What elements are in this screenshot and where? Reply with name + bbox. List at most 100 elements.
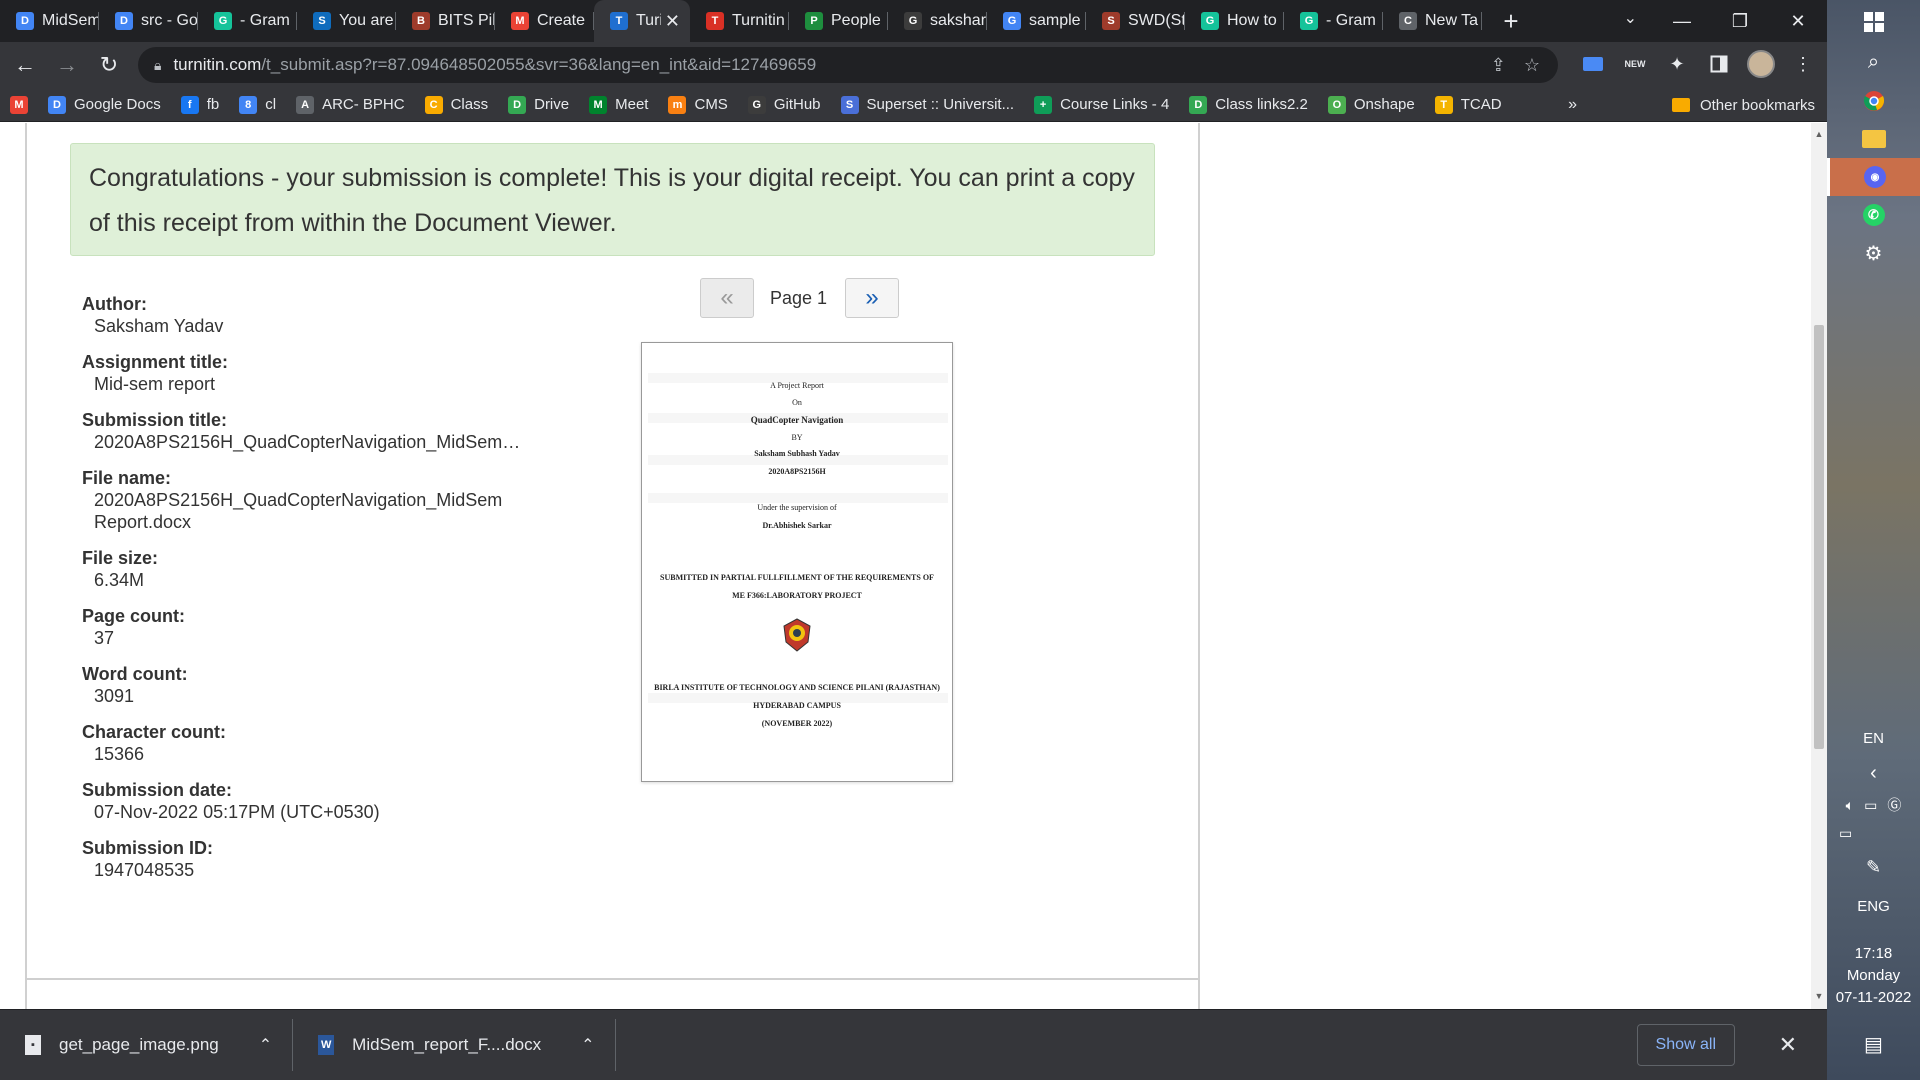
- submission-details: Author: Saksham Yadav Assignment title: Mid…: [82, 293, 542, 895]
- bookmark-item[interactable]: C Class: [415, 88, 499, 122]
- browser-tab[interactable]: T Turi ✕: [594, 0, 690, 42]
- windows-start-icon[interactable]: [1827, 2, 1920, 42]
- extensions-puzzle-icon[interactable]: ✦: [1663, 50, 1691, 78]
- other-bookmarks[interactable]: Other bookmarks: [1671, 88, 1815, 122]
- pen-icon[interactable]: ✎: [1827, 852, 1920, 882]
- gmail-icon: M: [10, 95, 28, 114]
- settings-gear-icon[interactable]: ⚙: [1827, 234, 1920, 272]
- browser-tab[interactable]: Dsrc - Go: [99, 0, 198, 42]
- browser-tab[interactable]: T Turnitin: [690, 0, 789, 42]
- url-text[interactable]: turnitin.com/t_submit.asp?r=87.094648502…: [173, 55, 1490, 75]
- bookmark-item[interactable]: D Drive: [498, 88, 579, 122]
- clock[interactable]: 17:18 Monday 07-11-2022: [1827, 940, 1920, 1012]
- bookmarks-more-icon[interactable]: »: [1568, 88, 1577, 122]
- facebook-icon: f: [180, 95, 199, 114]
- thumb-text-line: ME F366:LABORATORY PROJECT: [732, 591, 862, 600]
- browser-tab[interactable]: D MidSem: [0, 0, 99, 42]
- share-icon[interactable]: ⇪: [1491, 55, 1506, 76]
- show-all-button[interactable]: Show all: [1636, 1024, 1735, 1066]
- language-indicator[interactable]: EN: [1827, 726, 1920, 752]
- next-page-button[interactable]: »: [845, 278, 900, 318]
- browser-tab[interactable]: Gsakshar: [888, 0, 987, 42]
- browser-tab[interactable]: G How to: [1185, 0, 1284, 42]
- browser-tab[interactable]: M Create: [495, 0, 594, 42]
- notification-icon[interactable]: ▤: [1827, 1026, 1920, 1062]
- bookmark-item[interactable]: M Meet: [579, 88, 658, 122]
- thumb-text-line: QuadCopter Navigation: [750, 415, 844, 425]
- close-shelf-icon[interactable]: ✕: [1779, 1032, 1797, 1058]
- chevron-up-icon[interactable]: ⌃: [259, 1035, 272, 1055]
- bookmark-star-icon[interactable]: ☆: [1524, 55, 1540, 76]
- bookmark-item[interactable]: D Class links2.2: [1179, 88, 1318, 122]
- browser-tab[interactable]: S SWD(St: [1086, 0, 1185, 42]
- side-panel-icon[interactable]: [1705, 50, 1733, 78]
- browser-tab[interactable]: S You are: [297, 0, 396, 42]
- browser-tab[interactable]: P People: [789, 0, 888, 42]
- bookmark-item[interactable]: m CMS: [658, 88, 737, 122]
- volume-icon[interactable]: 🔈︎: [1846, 797, 1854, 814]
- bookmark-item[interactable]: S Superset :: Universit...: [831, 88, 1025, 122]
- download-item[interactable]: ▪ get_page_image.png ⌃: [0, 1010, 292, 1080]
- discord-icon[interactable]: ◉: [1827, 158, 1920, 196]
- chrome-taskbar-icon[interactable]: [1827, 82, 1920, 120]
- bookmark-item[interactable]: M: [0, 88, 38, 122]
- profile-avatar[interactable]: [1747, 50, 1775, 78]
- input-method[interactable]: ENG: [1827, 894, 1920, 920]
- google-classroom-icon: C: [424, 95, 443, 114]
- scroll-up-icon[interactable]: ▲: [1813, 129, 1825, 141]
- network-icon[interactable]: ▭: [1864, 797, 1877, 814]
- bookmark-item[interactable]: T TCAD: [1425, 88, 1512, 122]
- download-item[interactable]: W MidSem_report_F....docx ⌃: [293, 1010, 614, 1080]
- document-thumbnail[interactable]: A Project Report On QuadCopter Navigation B…: [641, 342, 953, 782]
- chrome-window: D MidSem Dsrc - Go G - Gram S You are B BITS Pil…: [0, 0, 1827, 1080]
- whatsapp-icon[interactable]: ✆: [1827, 196, 1920, 234]
- bookmark-item[interactable]: + Course Links - 4: [1024, 88, 1179, 122]
- new-tab-button[interactable]: +: [1496, 6, 1526, 37]
- browser-tab[interactable]: C New Ta: [1383, 0, 1482, 42]
- address-bar[interactable]: 🔒︎ turnitin.com/t_submit.asp?r=87.094648…: [138, 47, 1558, 83]
- bookmark-item[interactable]: A ARC- BPHC: [286, 88, 415, 122]
- minimize-icon[interactable]: —: [1653, 0, 1711, 42]
- restore-icon[interactable]: ❐: [1711, 0, 1769, 42]
- bookmark-item[interactable]: D Google Docs: [38, 88, 171, 122]
- chevron-up-icon[interactable]: ⌃: [581, 1035, 594, 1055]
- grammarly-icon: G: [214, 12, 232, 30]
- bookmarks-bar: M D Google Docs f fb 8 cl A ARC- BPHC C Class D Driv…: [0, 88, 1827, 122]
- download-filename: get_page_image.png: [59, 1035, 219, 1054]
- bookmark-item[interactable]: O Onshape: [1318, 88, 1425, 122]
- detail-field: Submission date: 07-Nov-2022 05:17PM (UTC…: [82, 779, 542, 823]
- menu-kebab-icon[interactable]: ⋮: [1789, 50, 1817, 78]
- bookmark-item[interactable]: f fb: [171, 88, 230, 122]
- scroll-down-icon[interactable]: ▼: [1813, 991, 1825, 1003]
- tab-search-icon[interactable]: ⌄: [1624, 8, 1637, 28]
- grammarly-icon: G: [1201, 12, 1219, 30]
- grammarly-tray-icon[interactable]: Ⓖ: [1887, 795, 1901, 815]
- chevron-left-icon[interactable]: ‹: [1827, 758, 1920, 788]
- bookmark-item[interactable]: G GitHub: [738, 88, 831, 122]
- battery-icon[interactable]: ▭: [1827, 820, 1920, 846]
- extension-screen-icon[interactable]: [1579, 50, 1607, 78]
- forward-arrow-icon[interactable]: →: [50, 48, 84, 82]
- file-explorer-icon[interactable]: [1827, 120, 1920, 158]
- new-badge-icon[interactable]: NEW: [1621, 50, 1649, 78]
- lock-icon[interactable]: 🔒︎: [154, 57, 161, 74]
- browser-tab[interactable]: G - Gram: [1284, 0, 1383, 42]
- back-arrow-icon[interactable]: ←: [8, 48, 42, 82]
- vertical-scrollbar[interactable]: ▲ ▼: [1811, 123, 1827, 1009]
- close-window-icon[interactable]: ✕: [1769, 0, 1827, 42]
- scrollbar-thumb[interactable]: [1814, 325, 1824, 749]
- previous-page-button[interactable]: «: [700, 278, 754, 318]
- detail-field: Assignment title: Mid-sem report: [82, 351, 542, 395]
- tab-title: New Ta: [1425, 12, 1479, 29]
- bookmark-label: ARC- BPHC: [322, 96, 405, 113]
- search-icon[interactable]: ⌕: [1827, 42, 1920, 82]
- detail-field: File size: 6.34M: [82, 547, 542, 591]
- browser-tab[interactable]: G - Gram: [198, 0, 297, 42]
- browser-tab[interactable]: B BITS Pil: [396, 0, 495, 42]
- tab-title: People: [831, 12, 881, 29]
- browser-tab[interactable]: Gsample: [987, 0, 1086, 42]
- bookmark-item[interactable]: 8 cl: [229, 88, 286, 122]
- sharepoint-icon: S: [313, 12, 331, 30]
- reload-icon[interactable]: ↻: [92, 48, 126, 82]
- close-tab-icon[interactable]: ✕: [665, 11, 680, 32]
